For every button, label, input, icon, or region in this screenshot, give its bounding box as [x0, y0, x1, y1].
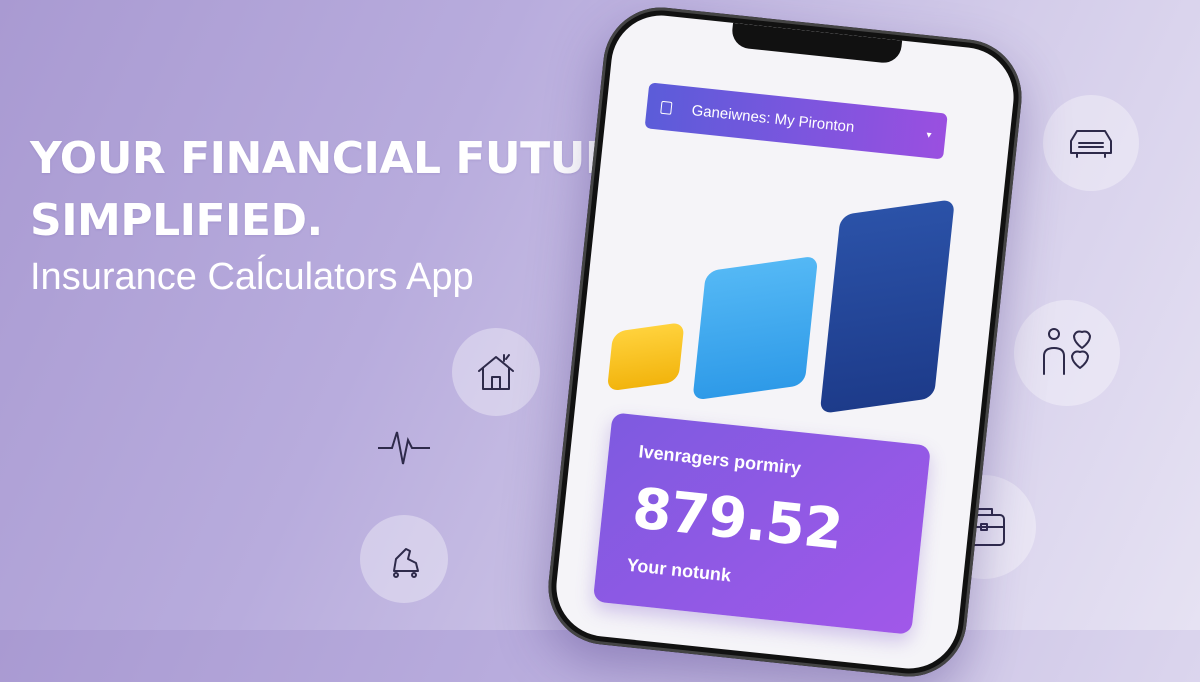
family-heart-icon [1043, 328, 1091, 375]
result-card-value: 879.52 [629, 476, 846, 563]
phone-screen: Ganeiwnes: My Pironton ▾ Ivenragers porm… [551, 10, 1019, 674]
hero-subtitle: Insurance Caĺculators App [30, 256, 474, 298]
pulse-icon [376, 420, 432, 475]
app-header-bar[interactable]: Ganeiwnes: My Pironton ▾ [644, 82, 948, 160]
chart-bar-1 [606, 321, 685, 392]
family-heart-icon-circle [1014, 300, 1120, 406]
car-icon [1070, 130, 1112, 158]
chart-bar-2 [692, 255, 819, 401]
chart-bar-3 [819, 199, 955, 415]
result-card[interactable]: Ivenragers pormiry 879.52 Your notunk [592, 412, 931, 635]
shoe-icon [393, 548, 419, 578]
car-icon-circle [1043, 95, 1139, 191]
bar-chart [606, 163, 959, 426]
house-icon [478, 354, 514, 390]
chevron-down-icon[interactable]: ▾ [926, 129, 932, 140]
headline-line-1: YOUR FINANCIAL FUTURE, [30, 133, 665, 184]
phone-notch [730, 22, 903, 65]
shoe-icon-circle [360, 515, 448, 603]
headline-line-2: SIMPLIFIED. [30, 195, 323, 246]
document-icon [660, 100, 673, 115]
phone-frame: Ganeiwnes: My Pironton ▾ Ivenragers porm… [542, 1, 1028, 682]
phone-mockup: Ganeiwnes: My Pironton ▾ Ivenragers porm… [542, 1, 1028, 682]
house-icon-circle [452, 328, 540, 416]
hero-headline: YOUR FINANCIAL FUTURE, SIMPLIFIED. [30, 128, 665, 252]
header-title: Ganeiwnes: My Pironton [690, 101, 856, 136]
